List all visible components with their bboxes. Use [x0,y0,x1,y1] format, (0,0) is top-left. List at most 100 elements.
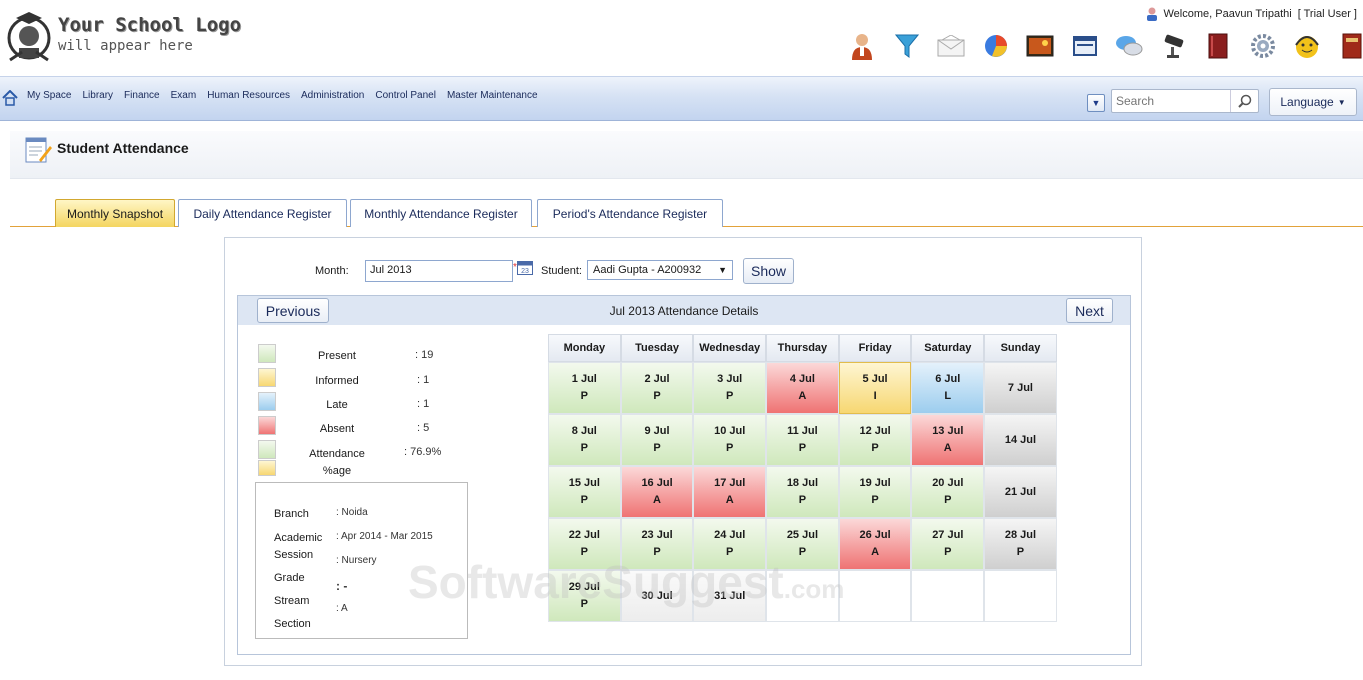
calendar-day-cell[interactable]: 18 Jul P [766,466,839,518]
weekday-header: Friday [838,334,912,362]
day-date: 30 Jul [641,589,673,602]
tab-monthly-attendance-register[interactable]: Monthly Attendance Register [350,199,532,227]
nav-item-library[interactable]: Library [82,90,113,101]
home-icon[interactable] [2,90,18,106]
calendar-day-cell[interactable]: 30 Jul [620,570,694,622]
legend-swatch-informed [258,368,276,387]
calendar-day-cell[interactable]: 7 Jul [984,362,1057,414]
calendar-day-cell[interactable]: 15 Jul P [548,466,621,518]
day-status: P [798,442,807,454]
calendar-day-cell[interactable]: 5 Jul I [838,362,912,414]
info-label-stream: Stream [274,595,310,607]
day-status: P [580,598,589,610]
previous-button[interactable]: Previous [257,298,329,323]
info-value-stream: : - [336,579,348,593]
calendar-day-cell[interactable]: 28 Jul P [984,518,1057,570]
info-label-session: Session [274,549,314,561]
support-icon[interactable] [1285,30,1330,62]
calendar-day-cell[interactable]: 21 Jul [984,466,1057,518]
student-select[interactable]: Aadi Gupta - A200932 ▼ [587,260,733,280]
cctv-icon[interactable] [1152,30,1197,62]
staff-icon[interactable] [840,30,885,62]
picture-icon[interactable] [1018,30,1063,62]
nav-item-exam[interactable]: Exam [171,90,197,101]
next-button[interactable]: Next [1066,298,1113,323]
calendar-day-cell[interactable]: 26 Jul A [838,518,912,570]
nav-item-human-resources[interactable]: Human Resources [207,90,290,101]
book-icon[interactable] [1196,30,1241,62]
calendar-day-cell[interactable]: 11 Jul P [766,414,839,466]
calendar-day-cell [984,570,1057,622]
calendar-day-cell[interactable]: 10 Jul P [693,414,767,466]
calendar-day-cell[interactable]: 12 Jul P [838,414,912,466]
calendar-day-cell[interactable]: 27 Jul P [911,518,985,570]
settings-icon[interactable] [1241,30,1286,62]
nav-item-control-panel[interactable]: Control Panel [375,90,436,101]
tab-periods-attendance-register[interactable]: Period's Attendance Register [537,199,723,227]
day-date: 10 Jul [714,425,746,437]
nav-item-finance[interactable]: Finance [124,90,160,101]
calendar-day-cell[interactable]: 24 Jul P [693,518,767,570]
calendar-day-cell[interactable]: 19 Jul P [838,466,912,518]
nav-item-administration[interactable]: Administration [301,90,364,101]
legend-value-absent: : 5 [417,422,430,434]
calendar-day-cell[interactable]: 4 Jul A [766,362,839,414]
mail-icon[interactable] [929,30,974,62]
day-status: A [725,494,734,506]
info-value-section: : A [336,603,348,614]
calendar-day-cell[interactable]: 23 Jul P [620,518,694,570]
calendar-day-cell[interactable]: 22 Jul P [548,518,621,570]
language-dropdown[interactable]: Language ▼ [1269,88,1357,116]
calendar-day-cell [911,570,985,622]
day-date: 3 Jul [717,373,743,385]
calendar-day-cell[interactable]: 1 Jul P [548,362,621,414]
show-button[interactable]: Show [743,258,794,284]
calendar-day-cell[interactable]: 17 Jul A [693,466,767,518]
month-field[interactable]: Jul 2013 [365,260,513,282]
calendar-day-cell[interactable]: 8 Jul P [548,414,621,466]
filter-icon[interactable] [885,30,930,62]
legend-label-informed: Informed [315,375,359,387]
calendar-day-cell[interactable]: 14 Jul [984,414,1057,466]
nav-item-my-space[interactable]: My Space [27,90,71,101]
legend-swatch-absent [258,416,276,435]
weekday-header: Saturday [911,334,985,362]
calendar-day-cell[interactable]: 20 Jul P [911,466,985,518]
nav-item-master-maintenance[interactable]: Master Maintenance [447,90,538,101]
day-status: P [726,442,734,454]
tab-daily-attendance-register[interactable]: Daily Attendance Register [178,199,347,227]
calendar-day-cell[interactable]: 9 Jul P [620,414,694,466]
calendar-day-cell[interactable]: 25 Jul P [766,518,839,570]
day-status: P [726,546,734,558]
legend-label-present: Present [318,350,356,362]
calendar-day-cell[interactable]: 13 Jul A [911,414,985,466]
search-scope-dropdown[interactable]: ▼ [1087,94,1105,112]
day-date: 23 Jul [641,529,673,541]
calendar-day-cell[interactable]: 6 Jul L [911,362,985,414]
calendar-icon[interactable]: 23 [517,260,533,275]
weekday-header: Monday [548,334,621,362]
svg-text:23: 23 [521,268,529,275]
page-title: Student Attendance [57,140,189,156]
calendar-day-cell[interactable]: 29 Jul P [548,570,621,622]
nav-menu: My Space Library Finance Exam Human Reso… [27,90,549,101]
legend-swatch-late [258,392,276,411]
calendar-day-cell[interactable]: 31 Jul [693,570,767,622]
pie-chart-icon[interactable] [974,30,1019,62]
library-book-icon[interactable] [1330,30,1363,62]
tab-monthly-snapshot[interactable]: Monthly Snapshot [55,199,175,227]
day-status: A [943,442,952,454]
search-input[interactable] [1112,90,1230,112]
day-status: P [580,442,589,454]
calendar-day-cell[interactable]: 3 Jul P [693,362,767,414]
day-status: P [580,546,589,558]
calendar-day-cell[interactable]: 16 Jul A [620,466,694,518]
calendar-day-cell [838,570,912,622]
main-nav-bar: My Space Library Finance Exam Human Reso… [0,76,1363,121]
info-value-session: : Apr 2014 - Mar 2015 [336,531,433,542]
day-status: P [1016,546,1025,558]
calendar-day-cell[interactable]: 2 Jul P [620,362,694,414]
calendar-window-icon[interactable] [1063,30,1108,62]
chat-icon[interactable] [1107,30,1152,62]
search-button[interactable] [1230,90,1258,112]
